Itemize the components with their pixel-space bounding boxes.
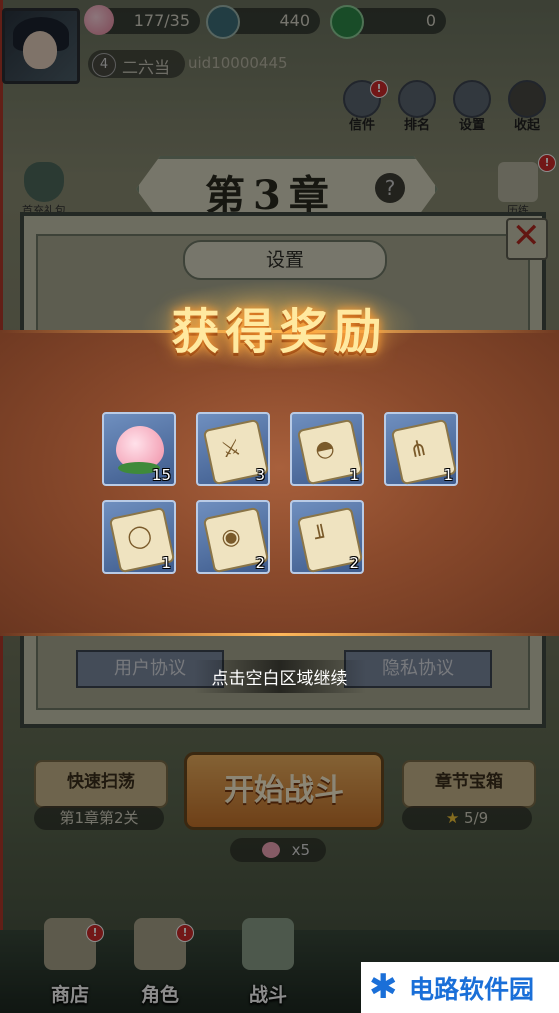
- reward-title: 获得奖励: [171, 304, 388, 360]
- reward-item-peach[interactable]: 15: [102, 412, 176, 486]
- reward-count: 2: [255, 554, 265, 572]
- reward-count: 1: [443, 466, 453, 484]
- watermark: ✱ 电路软件园: [361, 962, 559, 1013]
- reward-count: 1: [161, 554, 171, 572]
- watermark-logo-icon: ✱: [369, 967, 398, 1007]
- reward-item-scroll[interactable]: ╜ 2: [290, 500, 364, 574]
- reward-count: 2: [349, 554, 359, 572]
- reward-item-scroll[interactable]: ◓ 1: [290, 412, 364, 486]
- reward-item-scroll[interactable]: ◉ 2: [196, 500, 270, 574]
- continue-hint: 点击空白区域继续: [0, 660, 559, 693]
- reward-item-scroll[interactable]: ◯ 1: [102, 500, 176, 574]
- reward-count: 1: [349, 466, 359, 484]
- watermark-text: 电路软件园: [409, 975, 535, 1004]
- reward-count: 3: [255, 466, 265, 484]
- reward-count: 15: [151, 466, 171, 484]
- reward-item-scroll[interactable]: ⚔ 3: [196, 412, 270, 486]
- continue-hint-text: 点击空白区域继续: [193, 660, 366, 693]
- reward-item-scroll[interactable]: ⋔ 1: [384, 412, 458, 486]
- reward-band: [0, 330, 559, 636]
